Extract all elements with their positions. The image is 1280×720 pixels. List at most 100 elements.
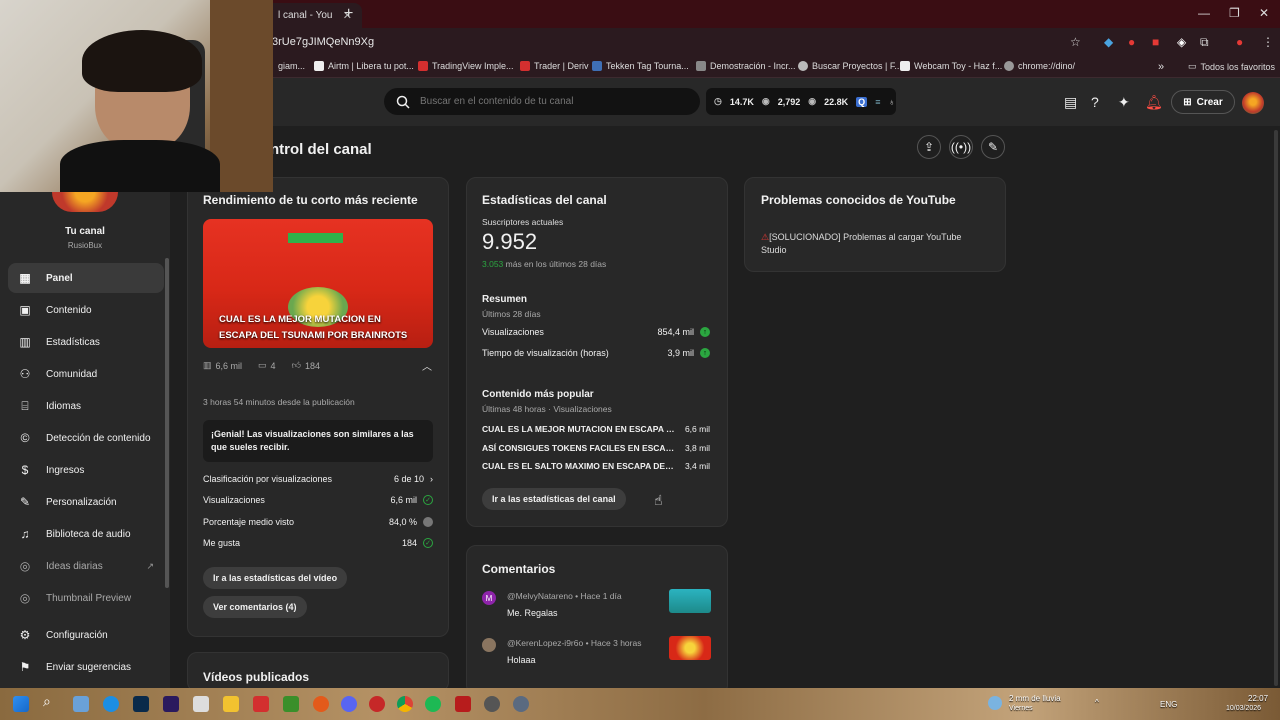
channel-analytics-button[interactable]: Ir a las estadísticas del canal	[482, 488, 626, 510]
clock-icon: ◷	[714, 96, 722, 106]
feedback-icon[interactable]: ▤	[1064, 94, 1077, 111]
all-bookmarks-folder[interactable]: ▭ Todos los favoritos	[1188, 61, 1275, 72]
sidebar-item-panel[interactable]: ▦ Panel	[8, 263, 164, 293]
sidebar-item-community[interactable]: ⚇ Comunidad	[8, 359, 164, 389]
profile-icon[interactable]: ●	[1236, 35, 1243, 49]
upload-button[interactable]: ⇪	[917, 135, 941, 159]
sidebar-item-content-detection[interactable]: © Detección de contenido	[8, 423, 164, 453]
deriv-icon[interactable]	[253, 696, 269, 712]
sidebar-item-label: Estadísticas	[46, 336, 100, 348]
app-icon[interactable]	[455, 696, 471, 712]
sidebar-item-content[interactable]: ▣ Contenido	[8, 295, 164, 325]
sidebar-item-settings[interactable]: ⚙ Configuración	[8, 620, 164, 650]
help-icon[interactable]: ?	[1091, 94, 1099, 110]
bookmark-item[interactable]: Airtm | Libera tu pot...	[314, 61, 414, 71]
photoshop-icon[interactable]	[133, 696, 149, 712]
bookmark-item[interactable]: Demostración - Incr...	[696, 61, 796, 71]
channel-stats-pill[interactable]: ◷ 14.7K ◉ 2,792 ◉ 22.8K Q ≡ ♁	[706, 88, 896, 115]
sparkle-icon[interactable]: ✦	[1118, 94, 1130, 111]
comment-item[interactable]: M @MelvyNatareno • Hace 1 día Me. Regala…	[482, 589, 712, 625]
main-scrollbar[interactable]	[1274, 130, 1278, 686]
brave-icon[interactable]	[313, 696, 329, 712]
list-item[interactable]: ASÍ CONSIGUES TOKENS FACILES EN ESCAPE D…	[482, 443, 710, 453]
tray-chevron-icon[interactable]: ^	[1095, 698, 1099, 707]
sidebar-scrollbar[interactable]	[165, 258, 169, 588]
extension-red-icon[interactable]: ■	[1152, 35, 1159, 49]
sidebar-item-customization[interactable]: ✎ Personalización	[8, 487, 164, 517]
channel-analytics-title: Estadísticas del canal	[482, 193, 607, 207]
stat-views: 2,792	[777, 96, 801, 107]
comment-item[interactable]: @KerenLopez-i9r6o • Hace 3 horas Holaaa	[482, 636, 712, 672]
bookmark-item[interactable]: Trader | Deriv	[520, 61, 589, 71]
create-button[interactable]: ⊞ Crear	[1171, 90, 1235, 114]
extension-tradingview-icon[interactable]: ◆	[1104, 35, 1113, 49]
search-icon[interactable]: ⌕	[43, 693, 59, 709]
chrome-icon[interactable]	[397, 696, 413, 712]
sidebar-item-languages[interactable]: ⌸ Idiomas	[8, 391, 164, 421]
search-bar[interactable]	[384, 88, 700, 115]
more-bookmarks-icon[interactable]: »	[1158, 61, 1164, 73]
task-view-icon[interactable]	[73, 696, 89, 712]
close-window-icon[interactable]: ✕	[1259, 6, 1269, 20]
known-issue-text: [SOLUCIONADO] Problemas al cargar YouTub…	[761, 232, 962, 255]
sidebar-item-thumbnail-preview[interactable]: ◎ Thumbnail Preview	[8, 583, 164, 613]
go-live-button[interactable]: ((•))	[949, 135, 973, 159]
bookmark-item[interactable]: Buscar Proyectos | F...	[798, 61, 902, 71]
tab-title: l canal - You	[278, 10, 333, 21]
bookmark-item[interactable]: chrome://dino/	[1004, 61, 1075, 71]
row-value: 84,0 %	[388, 517, 417, 527]
thumbnail-extension-icon: ◎	[19, 591, 31, 605]
search-input[interactable]	[420, 96, 680, 107]
table-row: Me gusta 184 ✓	[203, 538, 433, 548]
create-post-button[interactable]: ✎	[981, 135, 1005, 159]
bookmark-item[interactable]: TradingView Imple...	[418, 61, 514, 71]
list-item[interactable]: CUAL ES EL SALTO MAXIMO EN ESCAPA DEL TS…	[482, 461, 710, 471]
comment-icon: ▭	[258, 360, 267, 370]
star-icon[interactable]: ☆	[1070, 35, 1081, 49]
browser-menu-icon[interactable]: ⋮	[1262, 35, 1274, 49]
url-field[interactable]: 3rUe7gJIMQeNn9Xg	[272, 36, 374, 48]
spotify-icon[interactable]	[425, 696, 441, 712]
view-comments-button[interactable]: Ver comentarios (4)	[203, 596, 307, 618]
discord-icon[interactable]	[341, 696, 357, 712]
video-analytics-button[interactable]: Ir a las estadísticas del vídeo	[203, 567, 348, 589]
comment-video-thumbnail[interactable]	[669, 636, 711, 660]
known-issue-item[interactable]: ⚠[SOLUCIONADO] Problemas al cargar YouTu…	[761, 231, 986, 257]
notifications-bell-icon[interactable]: 🔔︎	[1145, 94, 1163, 111]
minecraft-icon[interactable]	[283, 696, 299, 712]
bookmark-item[interactable]: Webcam Toy - Haz f...	[900, 61, 1002, 71]
steam-icon[interactable]	[513, 696, 529, 712]
top-content-title-text: CUAL ES LA MEJOR MUTACION EN ESCAPA DEL …	[482, 424, 678, 434]
chevron-up-icon[interactable]: ︿	[422, 358, 432, 373]
extension-diamond-icon[interactable]: ◈	[1177, 35, 1186, 49]
windows-start-icon[interactable]	[13, 696, 29, 712]
sidebar-item-analytics[interactable]: ▥ Estadísticas	[8, 327, 164, 357]
new-tab-button[interactable]: +	[344, 5, 353, 23]
edge-icon[interactable]	[103, 696, 119, 712]
extensions-puzzle-icon[interactable]: ⧉	[1200, 35, 1209, 50]
sidebar-item-earn[interactable]: $ Ingresos	[8, 455, 164, 485]
maximize-icon[interactable]: ❐	[1229, 6, 1240, 20]
sidebar-item-send-feedback[interactable]: ⚑ Enviar sugerencias	[8, 652, 164, 682]
sidebar-item-audio-library[interactable]: ♫ Biblioteca de audio	[8, 519, 164, 549]
file-explorer-icon[interactable]	[223, 696, 239, 712]
summary-views-row: Visualizaciones 854,4 mil ↑	[482, 327, 710, 337]
account-avatar[interactable]	[1242, 92, 1264, 114]
bookmark-item[interactable]: Tekken Tag Tourna...	[592, 61, 689, 71]
extension-record-icon[interactable]: ●	[1128, 35, 1135, 49]
list-item[interactable]: CUAL ES LA MEJOR MUTACION EN ESCAPA DEL …	[482, 424, 710, 434]
obs-icon[interactable]	[369, 696, 385, 712]
language-indicator[interactable]: ENG	[1160, 700, 1177, 709]
comment-video-thumbnail[interactable]	[669, 589, 711, 613]
sidebar-item-daily-ideas[interactable]: ◎ Ideas diarias ↗	[8, 551, 164, 581]
table-row[interactable]: Clasificación por visualizaciones 6 de 10…	[203, 474, 433, 484]
github-icon[interactable]	[484, 696, 500, 712]
minimize-icon[interactable]: —	[1198, 6, 1210, 20]
store-icon[interactable]	[193, 696, 209, 712]
create-video-icon: ⊞	[1183, 96, 1192, 108]
channel-avatar[interactable]	[52, 192, 118, 212]
row-label: Tiempo de visualización (horas)	[482, 348, 609, 358]
dashboard-icon: ▦	[19, 271, 31, 285]
premiere-icon[interactable]	[163, 696, 179, 712]
bookmark-item[interactable]: giam...	[278, 61, 305, 71]
